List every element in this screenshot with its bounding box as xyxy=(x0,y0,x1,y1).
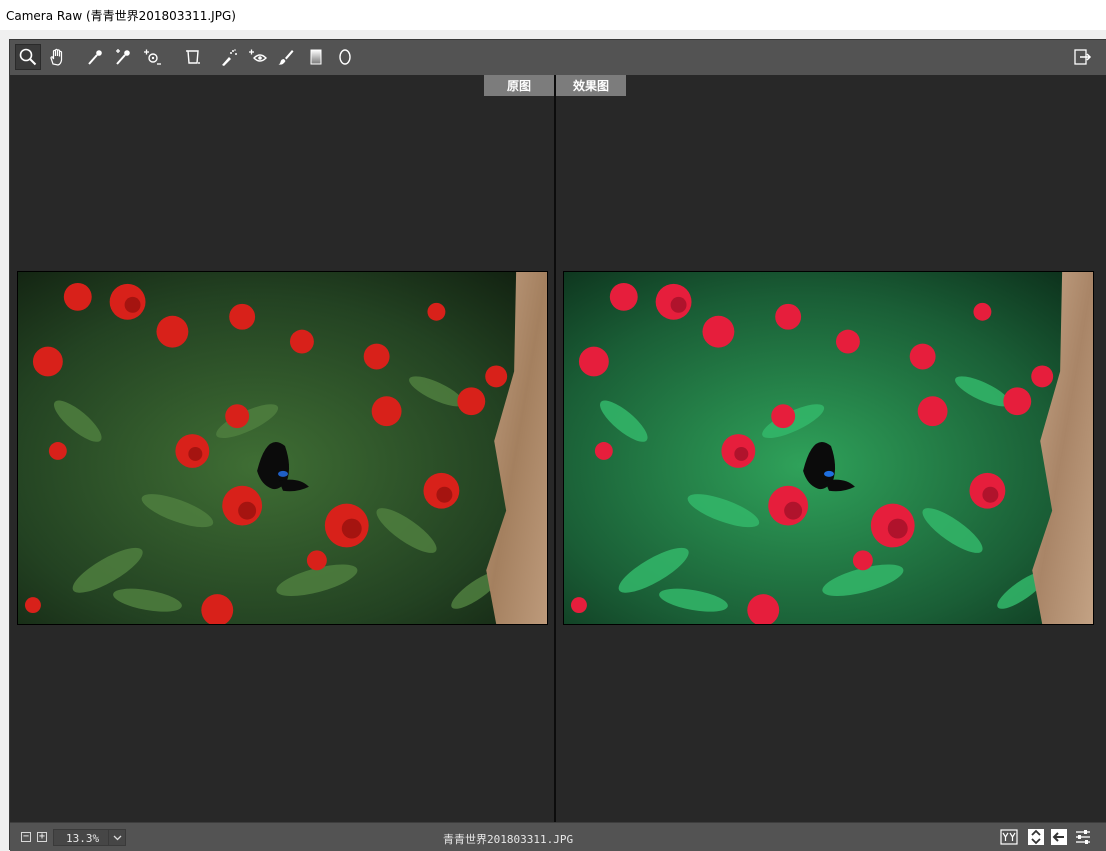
radial-filter-tool-button[interactable] xyxy=(332,44,358,70)
compare-views-icon xyxy=(1000,829,1018,845)
color-sampler-tool-button[interactable] xyxy=(110,44,136,70)
copy-settings-button[interactable] xyxy=(1050,828,1068,846)
magnifier-icon xyxy=(19,48,37,66)
spot-removal-tool-button[interactable] xyxy=(216,44,242,70)
zoom-in-button[interactable]: + xyxy=(37,832,47,842)
swap-settings-button[interactable] xyxy=(1027,828,1045,846)
toolbar xyxy=(10,40,1106,75)
eyedropper-icon xyxy=(88,50,102,65)
sliders-icon xyxy=(1076,830,1090,844)
split-divider xyxy=(554,75,556,822)
preview-area[interactable]: 原图 效果图 xyxy=(10,75,1106,822)
window-titlebar: Camera Raw (青青世界201803311.JPG) xyxy=(0,0,1106,30)
graduated-filter-icon xyxy=(310,49,322,65)
target-adjust-icon xyxy=(144,49,161,65)
filename-label: 青青世界201803311.JPG xyxy=(443,833,574,846)
status-bar: − + 13.3% 青青世界201803311.JPG xyxy=(10,822,1106,851)
window-title: Camera Raw (青青世界201803311.JPG) xyxy=(6,9,236,23)
red-eye-tool-button[interactable] xyxy=(245,44,271,70)
adjustment-brush-tool-button[interactable] xyxy=(273,44,299,70)
chevron-down-icon xyxy=(108,830,125,845)
after-image xyxy=(563,271,1094,625)
targeted-adjustment-tool-button[interactable] xyxy=(139,44,165,70)
before-image xyxy=(17,271,548,625)
compare-views-button[interactable] xyxy=(1000,828,1018,846)
zoom-tool-button[interactable] xyxy=(15,44,41,70)
brush-icon xyxy=(278,50,294,65)
red-eye-icon xyxy=(249,49,267,62)
preview-preferences-button[interactable] xyxy=(1074,828,1092,846)
hand-tool-button[interactable] xyxy=(44,44,70,70)
transform-tool-button[interactable] xyxy=(180,44,206,70)
zoom-level-select[interactable]: 13.3% xyxy=(53,829,126,846)
camera-raw-window: 原图 效果图 − + 13.3% 青青世界201803311.JPG xyxy=(9,39,1106,851)
color-sampler-icon xyxy=(116,49,130,65)
open-preferences-button[interactable] xyxy=(1069,44,1095,70)
swap-icon xyxy=(1028,829,1044,845)
radial-filter-icon xyxy=(339,49,351,65)
transform-icon xyxy=(186,50,200,64)
zoom-out-button[interactable]: − xyxy=(21,832,31,842)
zoom-level-value: 13.3% xyxy=(66,832,100,845)
before-label: 原图 xyxy=(484,75,554,96)
spot-removal-icon xyxy=(222,49,237,66)
open-preferences-icon xyxy=(1074,49,1092,65)
hand-icon xyxy=(50,48,63,66)
copy-left-icon xyxy=(1051,829,1067,845)
graduated-filter-tool-button[interactable] xyxy=(303,44,329,70)
white-balance-tool-button[interactable] xyxy=(82,44,108,70)
after-label: 效果图 xyxy=(556,75,626,96)
